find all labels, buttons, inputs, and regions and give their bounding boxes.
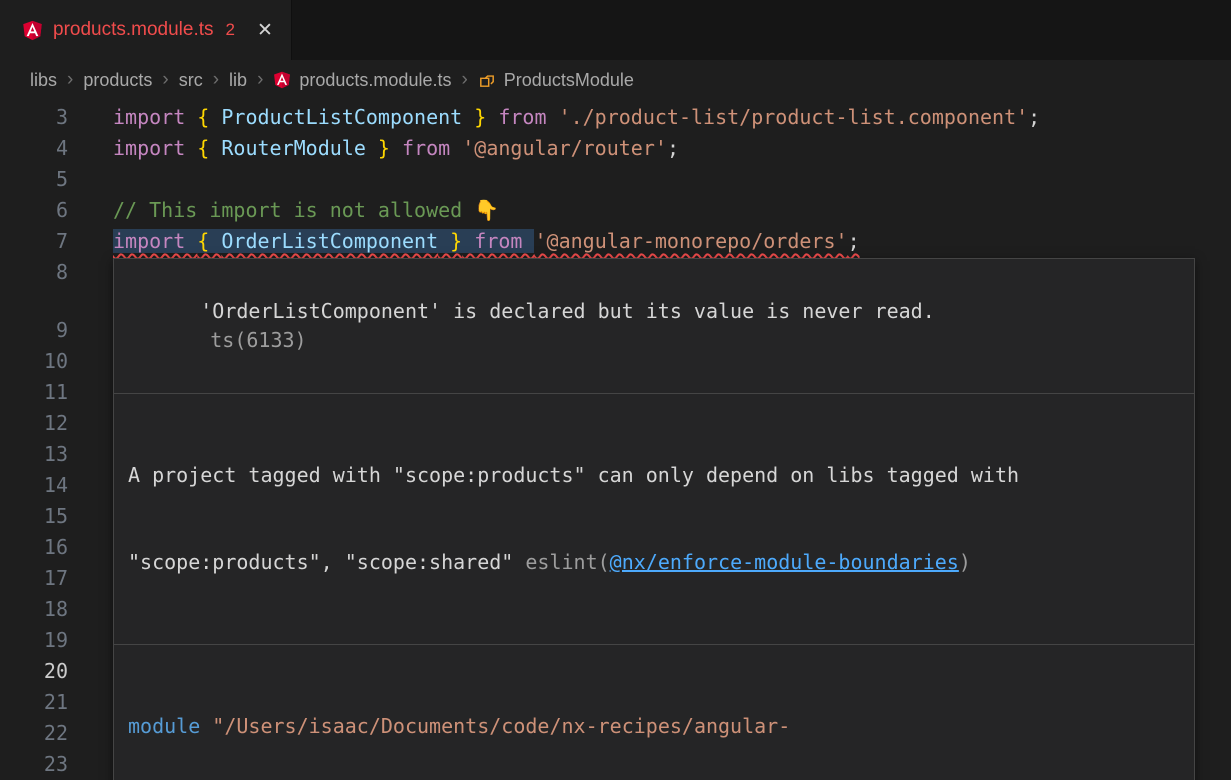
- module-info-line1: module "/Users/isaac/Documents/code/nx-r…: [128, 712, 1180, 741]
- code-token: OrderListComponent: [221, 229, 438, 253]
- chevron-right-icon: ›: [461, 69, 467, 91]
- eslint-message-line1: A project tagged with "scope:products" c…: [128, 461, 1180, 490]
- line-number[interactable]: 6: [0, 195, 68, 226]
- tab-products-module[interactable]: products.module.ts 2 ✕: [0, 0, 292, 60]
- chevron-right-icon: ›: [162, 69, 168, 91]
- code-token: {: [197, 105, 221, 129]
- code-token: './product-list/product-list.component': [559, 105, 1029, 129]
- code-token: {: [197, 136, 221, 160]
- code-token: '@angular-monorepo/orders': [534, 229, 847, 253]
- eslint-source-suffix: ): [959, 550, 971, 574]
- hover-popup: 'OrderListComponent' is declared but its…: [113, 258, 1195, 780]
- line-number[interactable]: 16: [0, 532, 68, 563]
- code-line[interactable]: 6 // This import is not allowed 👇: [0, 195, 1231, 226]
- line-number[interactable]: 5: [0, 164, 68, 195]
- line-number[interactable]: 20: [0, 656, 68, 687]
- line-number[interactable]: 7: [0, 226, 68, 257]
- line-number[interactable]: 3: [0, 102, 68, 133]
- code-token: {: [197, 229, 221, 253]
- code-token: ;: [1028, 105, 1040, 129]
- breadcrumb-item-lib[interactable]: lib: [229, 70, 247, 91]
- code-line[interactable]: 5: [0, 164, 1231, 195]
- code-token: }: [462, 105, 486, 129]
- code-token: from: [390, 136, 462, 160]
- angular-icon: [22, 20, 43, 41]
- line-content: // This import is not allowed 👇: [113, 195, 499, 226]
- chevron-right-icon: ›: [67, 69, 73, 91]
- eslint-message-line2-text: "scope:products", "scope:shared": [128, 550, 525, 574]
- module-keyword: module: [128, 714, 212, 738]
- code-line[interactable]: 3 import { ProductListComponent } from '.…: [0, 102, 1231, 133]
- angular-icon: [273, 71, 291, 89]
- code-token: '@angular/router': [462, 136, 667, 160]
- breadcrumb-item-symbol[interactable]: ProductsModule: [504, 70, 634, 91]
- module-path-line1: "/Users/isaac/Documents/code/nx-recipes/…: [212, 714, 790, 738]
- code-token: RouterModule: [221, 136, 366, 160]
- line-number[interactable]: 19: [0, 625, 68, 656]
- code-token: // This import is not allowed: [113, 198, 474, 222]
- code-token: ProductListComponent: [221, 105, 462, 129]
- ts-diagnostic-message: 'OrderListComponent' is declared but its…: [200, 299, 935, 323]
- breadcrumb-item-libs[interactable]: libs: [30, 70, 57, 91]
- line-number[interactable]: 8: [0, 257, 68, 315]
- line-number[interactable]: 21: [0, 687, 68, 718]
- code-token: import: [113, 136, 197, 160]
- breadcrumb-item-products[interactable]: products: [83, 70, 152, 91]
- eslint-message-line2: "scope:products", "scope:shared" eslint(…: [128, 548, 1180, 577]
- code-token: }: [438, 229, 462, 253]
- editor: 3 import { ProductListComponent } from '.…: [0, 100, 1231, 780]
- hover-module-info: module "/Users/isaac/Documents/code/nx-r…: [114, 645, 1194, 780]
- code-token: }: [366, 136, 390, 160]
- line-number[interactable]: 23: [0, 749, 68, 780]
- tab-problems-badge: 2: [226, 20, 235, 40]
- code-token: from: [486, 105, 558, 129]
- hover-eslint-diagnostic: A project tagged with "scope:products" c…: [114, 394, 1194, 645]
- line-number[interactable]: 10: [0, 346, 68, 377]
- eslint-source-prefix: eslint(: [525, 550, 609, 574]
- class-symbol-icon: [478, 71, 496, 89]
- line-number[interactable]: 17: [0, 563, 68, 594]
- line-number[interactable]: 4: [0, 133, 68, 164]
- breadcrumb-item-file[interactable]: products.module.ts: [299, 70, 451, 91]
- line-number[interactable]: 9: [0, 315, 68, 346]
- close-icon[interactable]: ✕: [257, 19, 273, 42]
- line-content: import { OrderListComponent } from '@ang…: [113, 226, 860, 257]
- code-line[interactable]: 4 import { RouterModule } from '@angular/…: [0, 133, 1231, 164]
- code-token: import: [113, 229, 197, 253]
- hover-ts-diagnostic: 'OrderListComponent' is declared but its…: [114, 259, 1194, 394]
- line-number[interactable]: 18: [0, 594, 68, 625]
- line-number[interactable]: 14: [0, 470, 68, 501]
- line-content: import { ProductListComponent } from './…: [113, 102, 1040, 133]
- tab-label: products.module.ts: [53, 19, 214, 41]
- line-number[interactable]: 15: [0, 501, 68, 532]
- tab-bar: products.module.ts 2 ✕: [0, 0, 1231, 60]
- code-token: ;: [667, 136, 679, 160]
- chevron-right-icon: ›: [257, 69, 263, 91]
- chevron-right-icon: ›: [213, 69, 219, 91]
- line-content: import { RouterModule } from '@angular/r…: [113, 133, 679, 164]
- line-number[interactable]: 13: [0, 439, 68, 470]
- line-number[interactable]: 22: [0, 718, 68, 749]
- code-token: from: [462, 229, 534, 253]
- code-token: 👇: [474, 198, 499, 222]
- code-token: ;: [848, 229, 860, 253]
- eslint-rule-link[interactable]: @nx/enforce-module-boundaries: [610, 550, 959, 574]
- line-number[interactable]: 12: [0, 408, 68, 439]
- breadcrumb: libs › products › src › lib › products.m…: [0, 60, 1231, 100]
- code-line[interactable]: 7 import { OrderListComponent } from '@an…: [0, 226, 1231, 257]
- line-number[interactable]: 11: [0, 377, 68, 408]
- code-token: import: [113, 105, 197, 129]
- ts-diagnostic-code: ts(6133): [210, 328, 306, 352]
- breadcrumb-item-src[interactable]: src: [179, 70, 203, 91]
